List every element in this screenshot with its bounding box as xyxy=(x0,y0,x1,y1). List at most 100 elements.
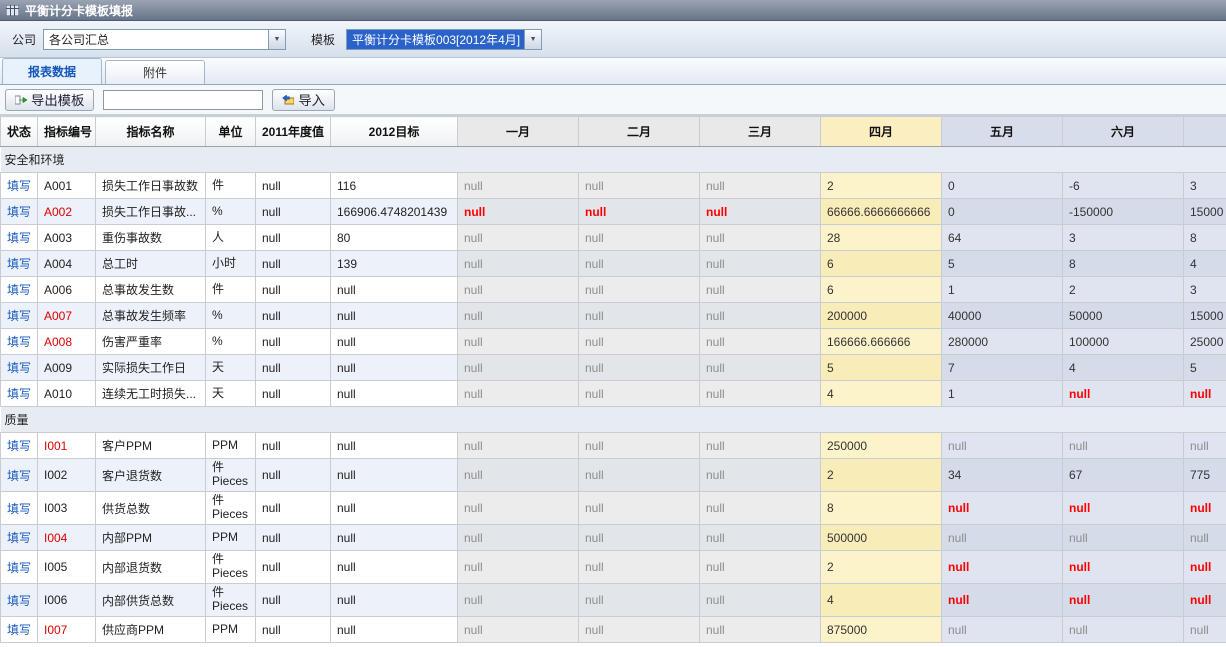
month-value-cell[interactable]: 875000 xyxy=(821,617,942,643)
month-value-cell[interactable]: -150000 xyxy=(1063,199,1184,225)
month-value-cell[interactable]: null xyxy=(700,617,821,643)
month-value-cell[interactable]: null xyxy=(700,381,821,407)
month-value-cell[interactable]: 4 xyxy=(821,381,942,407)
month-value-cell[interactable]: null xyxy=(579,551,700,584)
month-value-cell[interactable]: null xyxy=(458,525,579,551)
fill-in-link[interactable]: 填写 xyxy=(7,387,31,401)
month-value-cell[interactable]: null xyxy=(1063,584,1184,617)
month-value-cell[interactable]: null xyxy=(458,173,579,199)
month-value-cell[interactable]: null xyxy=(700,355,821,381)
fill-in-link[interactable]: 填写 xyxy=(7,502,31,516)
month-value-cell[interactable]: 25000 xyxy=(1184,329,1226,355)
month-value-cell[interactable]: 4 xyxy=(821,584,942,617)
month-value-cell[interactable]: null xyxy=(700,199,821,225)
fill-in-link[interactable]: 填写 xyxy=(7,257,31,271)
month-value-cell[interactable]: null xyxy=(579,584,700,617)
month-value-cell[interactable]: null xyxy=(700,277,821,303)
month-value-cell[interactable]: 8 xyxy=(1184,225,1226,251)
month-value-cell[interactable]: null xyxy=(1184,551,1226,584)
month-value-cell[interactable]: null xyxy=(579,251,700,277)
month-value-cell[interactable]: 40000 xyxy=(942,303,1063,329)
month-value-cell[interactable]: null xyxy=(942,433,1063,459)
fill-in-link[interactable]: 填写 xyxy=(7,561,31,575)
month-value-cell[interactable]: null xyxy=(579,617,700,643)
month-value-cell[interactable]: 0 xyxy=(942,173,1063,199)
month-value-cell[interactable]: null xyxy=(1184,525,1226,551)
month-value-cell[interactable]: null xyxy=(942,525,1063,551)
month-value-cell[interactable]: null xyxy=(1184,617,1226,643)
month-value-cell[interactable]: 67 xyxy=(1063,459,1184,492)
month-value-cell[interactable]: null xyxy=(579,492,700,525)
tab-report-data[interactable]: 报表数据 xyxy=(2,58,102,84)
month-value-cell[interactable]: 3 xyxy=(1063,225,1184,251)
month-value-cell[interactable]: null xyxy=(458,355,579,381)
tab-attachments[interactable]: 附件 xyxy=(105,60,205,84)
month-value-cell[interactable]: 15000 xyxy=(1184,303,1226,329)
month-value-cell[interactable]: null xyxy=(700,303,821,329)
month-value-cell[interactable]: -6 xyxy=(1063,173,1184,199)
month-value-cell[interactable]: null xyxy=(579,329,700,355)
month-value-cell[interactable]: null xyxy=(579,303,700,329)
month-value-cell[interactable]: null xyxy=(1063,433,1184,459)
month-value-cell[interactable]: null xyxy=(942,492,1063,525)
month-value-cell[interactable]: null xyxy=(942,551,1063,584)
month-value-cell[interactable]: 0 xyxy=(942,199,1063,225)
month-value-cell[interactable]: null xyxy=(700,173,821,199)
month-value-cell[interactable]: null xyxy=(458,492,579,525)
month-value-cell[interactable]: null xyxy=(700,251,821,277)
month-value-cell[interactable]: null xyxy=(458,433,579,459)
month-value-cell[interactable]: null xyxy=(458,381,579,407)
month-value-cell[interactable]: 8 xyxy=(821,492,942,525)
month-value-cell[interactable]: 34 xyxy=(942,459,1063,492)
month-value-cell[interactable]: null xyxy=(700,329,821,355)
template-select[interactable]: 平衡计分卡模板003[2012年4月] ▼ xyxy=(346,29,542,50)
chevron-down-icon[interactable]: ▼ xyxy=(524,30,541,49)
month-value-cell[interactable]: null xyxy=(579,173,700,199)
month-value-cell[interactable]: null xyxy=(579,433,700,459)
month-value-cell[interactable]: 3 xyxy=(1184,173,1226,199)
month-value-cell[interactable]: 3 xyxy=(1184,277,1226,303)
month-value-cell[interactable]: null xyxy=(579,381,700,407)
month-value-cell[interactable]: 6 xyxy=(821,277,942,303)
month-value-cell[interactable]: 4 xyxy=(1063,355,1184,381)
fill-in-link[interactable]: 填写 xyxy=(7,231,31,245)
chevron-down-icon[interactable]: ▼ xyxy=(268,30,285,49)
month-value-cell[interactable]: 28 xyxy=(821,225,942,251)
month-value-cell[interactable]: null xyxy=(579,199,700,225)
month-value-cell[interactable]: null xyxy=(458,251,579,277)
month-value-cell[interactable]: 500000 xyxy=(821,525,942,551)
month-value-cell[interactable]: null xyxy=(700,433,821,459)
month-value-cell[interactable]: 64 xyxy=(942,225,1063,251)
month-value-cell[interactable]: 250000 xyxy=(821,433,942,459)
month-value-cell[interactable]: 7 xyxy=(942,355,1063,381)
month-value-cell[interactable]: null xyxy=(700,492,821,525)
month-value-cell[interactable]: 50000 xyxy=(1063,303,1184,329)
month-value-cell[interactable]: null xyxy=(458,551,579,584)
fill-in-link[interactable]: 填写 xyxy=(7,623,31,637)
month-value-cell[interactable]: null xyxy=(458,584,579,617)
fill-in-link[interactable]: 填写 xyxy=(7,439,31,453)
month-value-cell[interactable]: null xyxy=(579,225,700,251)
month-value-cell[interactable]: 1 xyxy=(942,381,1063,407)
month-value-cell[interactable]: null xyxy=(458,225,579,251)
fill-in-link[interactable]: 填写 xyxy=(7,205,31,219)
month-value-cell[interactable]: null xyxy=(1184,584,1226,617)
month-value-cell[interactable]: 66666.6666666666 xyxy=(821,199,942,225)
month-value-cell[interactable]: null xyxy=(458,199,579,225)
month-value-cell[interactable]: null xyxy=(700,525,821,551)
month-value-cell[interactable]: null xyxy=(942,584,1063,617)
month-value-cell[interactable]: 2 xyxy=(821,173,942,199)
export-template-button[interactable]: 导出模板 xyxy=(5,89,94,111)
month-value-cell[interactable]: 5 xyxy=(1184,355,1226,381)
fill-in-link[interactable]: 填写 xyxy=(7,283,31,297)
month-value-cell[interactable]: null xyxy=(1184,433,1226,459)
month-value-cell[interactable]: 2 xyxy=(1063,277,1184,303)
month-value-cell[interactable]: null xyxy=(700,225,821,251)
month-value-cell[interactable]: null xyxy=(942,617,1063,643)
month-value-cell[interactable]: null xyxy=(579,525,700,551)
month-value-cell[interactable]: null xyxy=(458,329,579,355)
month-value-cell[interactable]: 166666.666666 xyxy=(821,329,942,355)
month-value-cell[interactable]: null xyxy=(458,277,579,303)
month-value-cell[interactable]: 5 xyxy=(821,355,942,381)
month-value-cell[interactable]: null xyxy=(700,584,821,617)
